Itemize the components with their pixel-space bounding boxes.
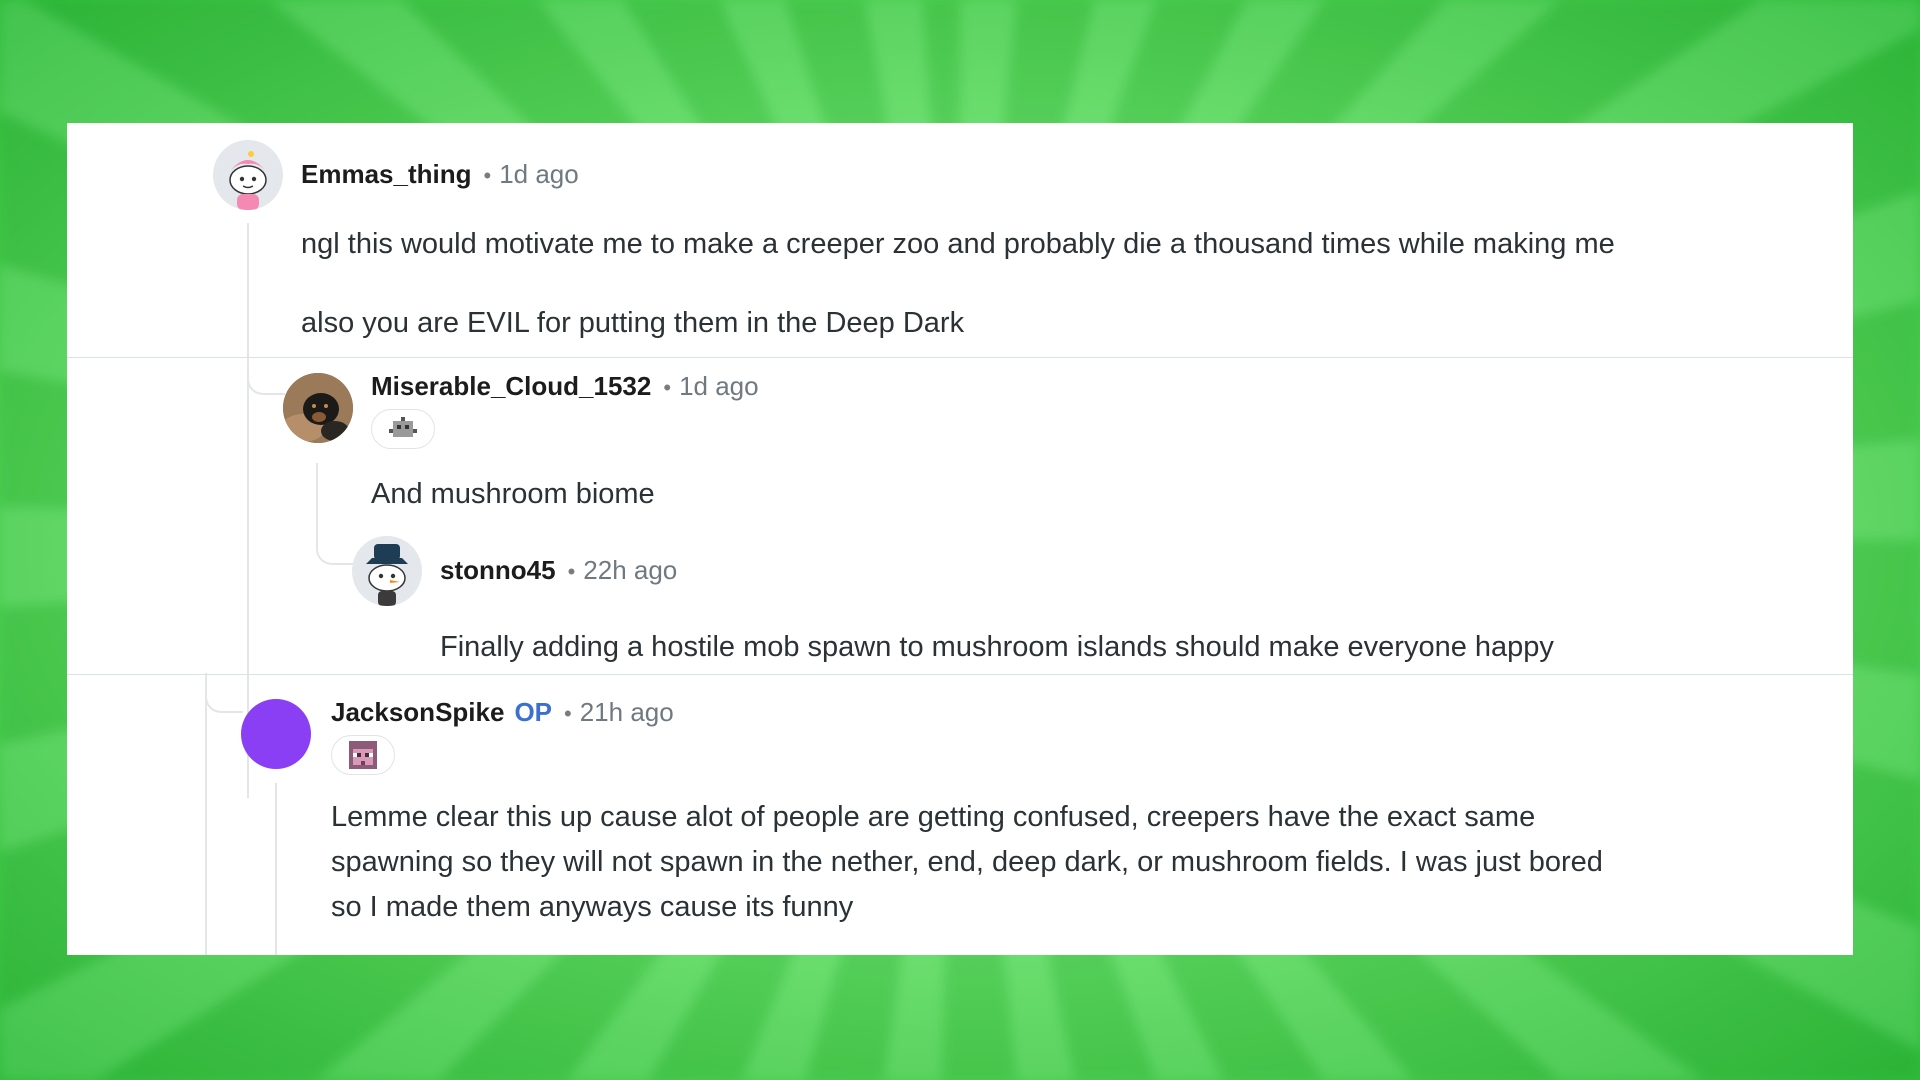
dog-photo-icon bbox=[283, 373, 353, 443]
comment-line: Lemme clear this up cause alot of people… bbox=[331, 801, 1536, 833]
avatar[interactable] bbox=[352, 536, 422, 606]
username[interactable]: JacksonSpike bbox=[331, 697, 504, 728]
comment-paragraph: also you are EVIL for putting them in th… bbox=[301, 307, 965, 339]
username[interactable]: Emmas_thing bbox=[301, 159, 472, 190]
separator-dot: • bbox=[663, 375, 672, 400]
comment-body: Lemme clear this up cause alot of people… bbox=[331, 795, 1831, 930]
user-flair bbox=[371, 409, 435, 449]
username[interactable]: stonno45 bbox=[440, 555, 556, 586]
snoo-avatar-icon bbox=[213, 140, 283, 210]
comment-paragraph: ngl this would motivate me to make a cre… bbox=[301, 228, 1615, 260]
thread-line-4 bbox=[275, 783, 277, 955]
comment-header: Emmas_thing • 1d ago bbox=[301, 159, 579, 190]
pixel-face-icon bbox=[349, 741, 377, 769]
timestamp[interactable]: 1d ago bbox=[679, 371, 759, 402]
separator-dot: • bbox=[567, 559, 576, 584]
comment-line: so I made them anyways cause its funny bbox=[331, 891, 854, 923]
snoo-avatar-icon bbox=[352, 536, 422, 606]
thread-curve-2 bbox=[316, 463, 354, 565]
separator-dot: • bbox=[564, 701, 572, 726]
op-badge: OP bbox=[514, 697, 553, 727]
comment-header: stonno45 • 22h ago bbox=[440, 555, 677, 586]
avatar[interactable] bbox=[213, 140, 283, 210]
thread-line-3 bbox=[205, 673, 207, 955]
avatar[interactable] bbox=[241, 699, 311, 769]
thread-curve-3 bbox=[205, 683, 243, 713]
comment-body: And mushroom biome bbox=[371, 478, 655, 510]
divider bbox=[67, 674, 1853, 675]
comment-header: JacksonSpike OP • 21h ago bbox=[331, 697, 674, 728]
avatar[interactable] bbox=[283, 373, 353, 443]
timestamp[interactable]: 21h ago bbox=[580, 697, 674, 728]
pixel-mob-icon bbox=[389, 417, 417, 441]
user-flair bbox=[331, 735, 395, 775]
divider bbox=[67, 357, 1853, 358]
timestamp[interactable]: 22h ago bbox=[583, 555, 677, 586]
comment-line: spawning so they will not spawn in the n… bbox=[331, 846, 1603, 878]
comment-body: ngl this would motivate me to make a cre… bbox=[301, 222, 1801, 346]
username[interactable]: Miserable_Cloud_1532 bbox=[371, 371, 651, 402]
thread-curve-1 bbox=[247, 363, 285, 395]
comment-header: Miserable_Cloud_1532 • 1d ago bbox=[371, 371, 759, 402]
separator-dot: • bbox=[483, 163, 492, 188]
timestamp[interactable]: 1d ago bbox=[499, 159, 579, 190]
comment-card: Emmas_thing • 1d ago ngl this would moti… bbox=[67, 123, 1853, 955]
comment-body: Finally adding a hostile mob spawn to mu… bbox=[440, 631, 1554, 663]
